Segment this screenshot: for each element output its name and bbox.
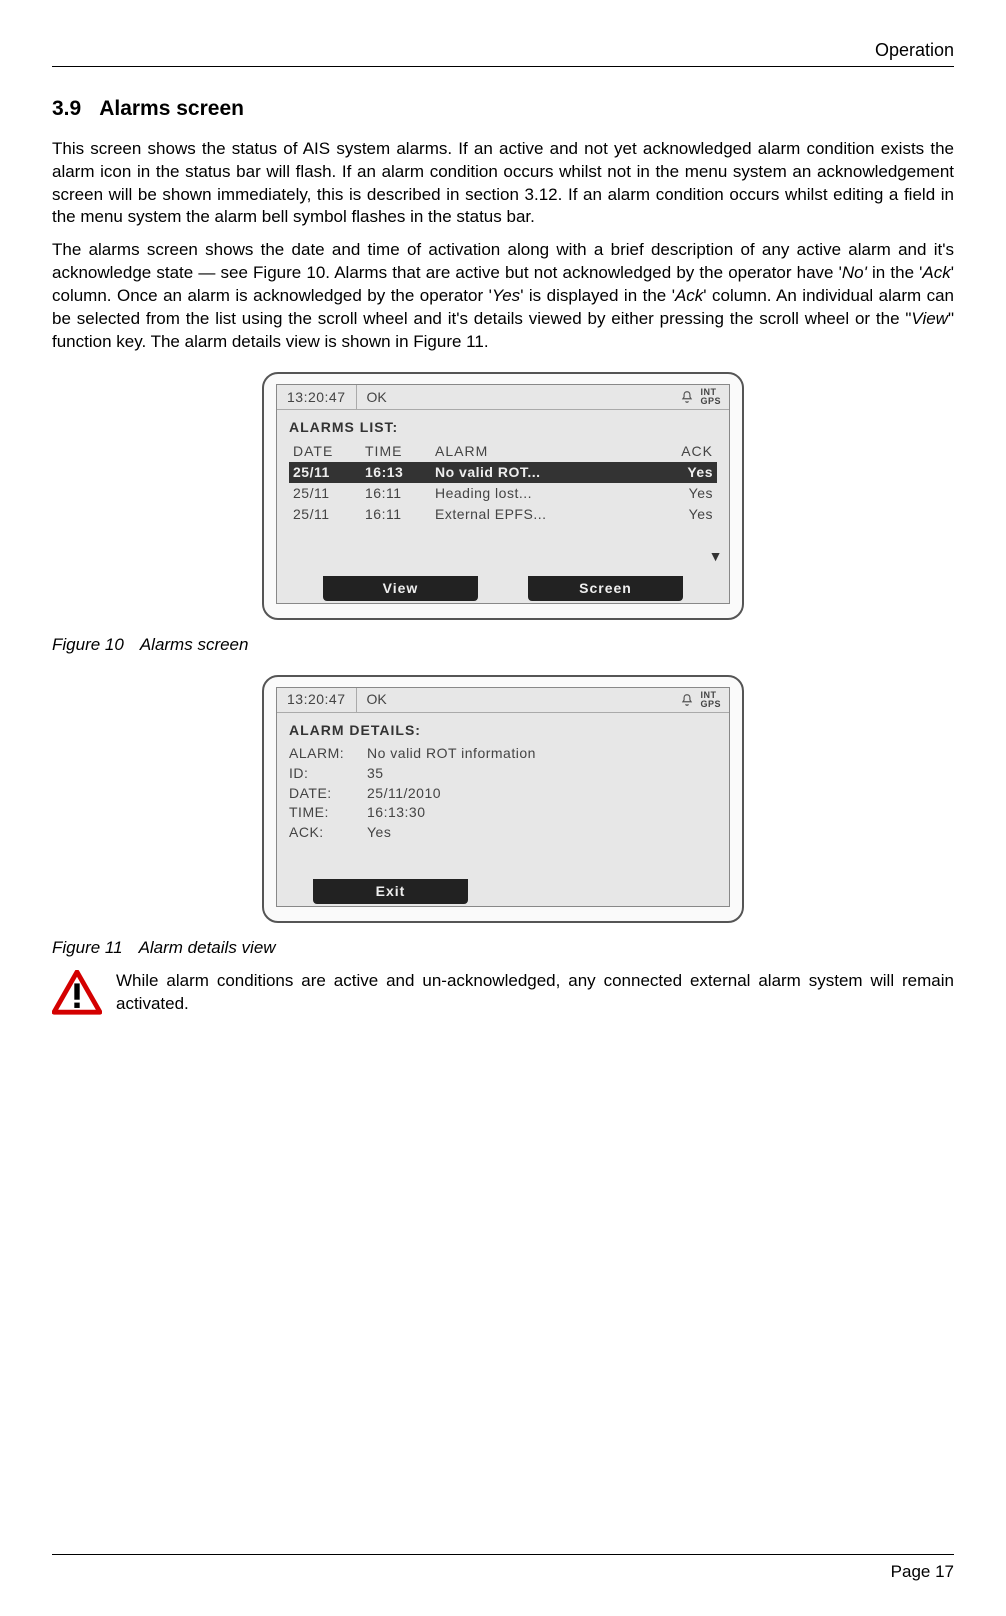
softkey-bar: View Screen: [277, 576, 729, 603]
section-heading: 3.9 Alarms screen: [52, 95, 954, 123]
table-row[interactable]: 25/11 16:11 Heading lost... Yes: [289, 483, 717, 504]
page: Operation 3.9 Alarms screen This screen s…: [0, 0, 1006, 1616]
status-bar: 13:20:47 OK INT GPS: [277, 688, 729, 713]
section-number: 3.9: [52, 97, 81, 120]
table-row[interactable]: 25/11 16:13 No valid ROT... Yes: [289, 462, 717, 483]
int-gps-label: INT GPS: [700, 388, 721, 406]
label-id: ID:: [289, 764, 367, 783]
value-id: 35: [367, 764, 717, 783]
status-ok-label: OK: [357, 388, 673, 407]
status-ok-label: OK: [357, 690, 673, 709]
screen-button[interactable]: Screen: [528, 576, 683, 601]
page-number: Page 17: [52, 1561, 954, 1584]
header: Operation: [52, 38, 954, 67]
col-time: TIME: [365, 442, 435, 461]
running-head: Operation: [52, 38, 954, 62]
status-right: INT GPS: [672, 388, 729, 406]
scroll-down-icon[interactable]: ▼: [709, 547, 723, 566]
header-rule: [52, 66, 954, 67]
device-screen: 13:20:47 OK INT GPS ALARMS LIST:: [276, 384, 730, 604]
bell-icon: [680, 390, 694, 404]
col-alarm: ALARM: [435, 442, 671, 461]
col-ack: ACK: [671, 442, 713, 461]
figure-11-caption: Figure 11Alarm details view: [52, 937, 954, 960]
screen-body: ALARM DETAILS: ALARM: No valid ROT infor…: [277, 713, 729, 873]
softkey-bar: Exit: [277, 879, 729, 906]
section-title: Alarms screen: [99, 97, 244, 120]
footer: Page 17: [52, 1554, 954, 1584]
bell-icon: [680, 693, 694, 707]
label-ack: ACK:: [289, 823, 367, 842]
alarms-list-title: ALARMS LIST:: [289, 418, 717, 437]
label-time: TIME:: [289, 803, 367, 822]
warning-icon: [52, 970, 102, 1016]
status-bar: 13:20:47 OK INT GPS: [277, 385, 729, 410]
paragraph-2: The alarms screen shows the date and tim…: [52, 239, 954, 354]
value-time: 16:13:30: [367, 803, 717, 822]
paragraph-1: This screen shows the status of AIS syst…: [52, 138, 954, 230]
footer-rule: [52, 1554, 954, 1555]
table-header: DATE TIME ALARM ACK: [289, 441, 717, 462]
figure-10-device: 13:20:47 OK INT GPS ALARMS LIST:: [262, 372, 744, 620]
figure-10-caption: Figure 10Alarms screen: [52, 634, 954, 657]
device-frame: 13:20:47 OK INT GPS ALARMS LIST:: [262, 372, 744, 620]
table-row[interactable]: 25/11 16:11 External EPFS... Yes: [289, 504, 717, 525]
alarm-table: DATE TIME ALARM ACK 25/11 16:13 No valid…: [289, 441, 717, 525]
status-time: 13:20:47: [277, 385, 357, 409]
value-date: 25/11/2010: [367, 784, 717, 803]
value-ack: Yes: [367, 823, 717, 842]
alarm-details-title: ALARM DETAILS:: [289, 721, 717, 740]
status-right: INT GPS: [672, 691, 729, 709]
detail-grid: ALARM: No valid ROT information ID: 35 D…: [289, 744, 717, 842]
label-alarm: ALARM:: [289, 744, 367, 763]
device-screen: 13:20:47 OK INT GPS ALARM DETAILS:: [276, 687, 730, 907]
col-date: DATE: [293, 442, 365, 461]
exit-button[interactable]: Exit: [313, 879, 468, 904]
status-time: 13:20:47: [277, 688, 357, 712]
int-gps-label: INT GPS: [700, 691, 721, 709]
view-button[interactable]: View: [323, 576, 478, 601]
value-alarm: No valid ROT information: [367, 744, 717, 763]
warning-text: While alarm conditions are active and un…: [116, 970, 954, 1016]
figure-11-device: 13:20:47 OK INT GPS ALARM DETAILS:: [262, 675, 744, 923]
device-frame: 13:20:47 OK INT GPS ALARM DETAILS:: [262, 675, 744, 923]
warning: While alarm conditions are active and un…: [52, 970, 954, 1016]
screen-body: ALARMS LIST: DATE TIME ALARM ACK 25/11 1…: [277, 410, 729, 570]
label-date: DATE:: [289, 784, 367, 803]
